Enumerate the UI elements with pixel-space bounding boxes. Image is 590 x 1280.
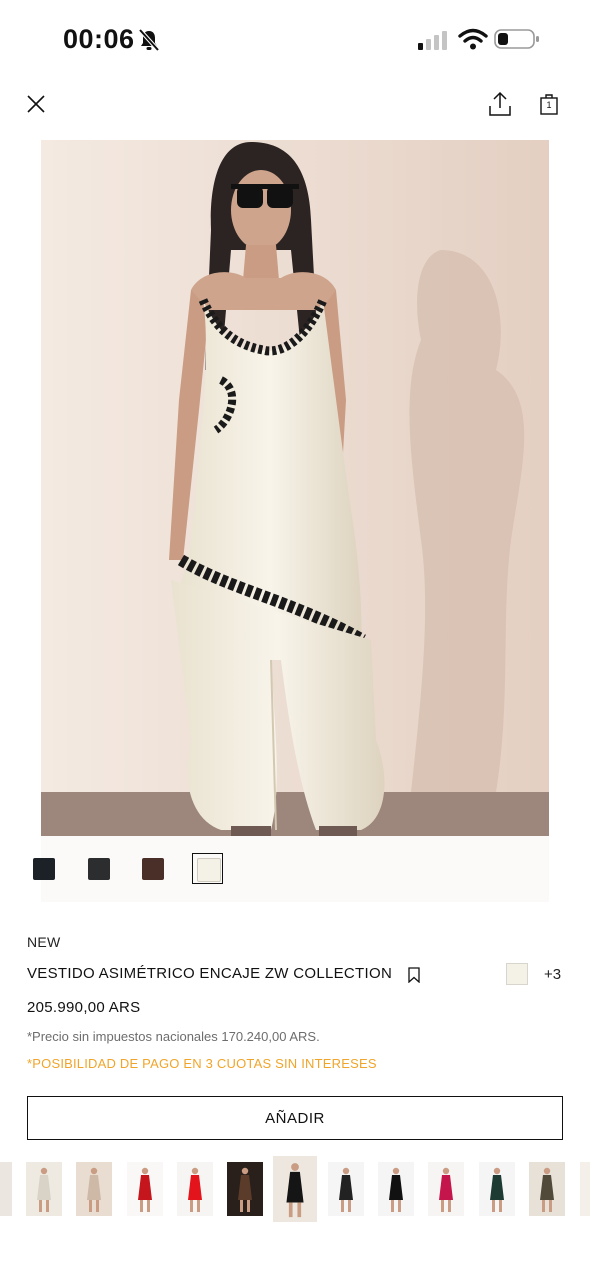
color-swatch-black[interactable]	[88, 858, 110, 880]
close-icon[interactable]	[24, 92, 48, 116]
new-badge: NEW	[27, 934, 61, 950]
status-time: 00:06	[63, 24, 135, 54]
bag-count: 1	[546, 100, 552, 110]
cellular-signal-icon	[418, 31, 447, 50]
installments-note: *POSIBILIDAD DE PAGO EN 3 CUOTAS SIN INT…	[27, 1056, 377, 1071]
thumbnail-orange-dress[interactable]	[580, 1162, 590, 1216]
more-colors-count[interactable]: +3	[544, 966, 561, 983]
product-image[interactable]	[41, 140, 549, 836]
thumbnail-magenta-dress[interactable]	[428, 1162, 464, 1216]
thumbnail-black-sequin-dress[interactable]	[328, 1162, 364, 1216]
thumbnail-red-dress[interactable]	[127, 1162, 163, 1216]
product-title: VESTIDO ASIMÉTRICO ENCAJE ZW COLLECTION	[27, 965, 393, 982]
bell-slash-icon	[138, 28, 160, 52]
color-swatch-navy[interactable]	[33, 858, 55, 880]
thumbnail-olive-suit[interactable]	[529, 1162, 565, 1216]
thumbnail-black-slip-white-pants[interactable]	[273, 1156, 317, 1222]
thumbnail-brown-dress[interactable]	[227, 1162, 263, 1216]
thumbnail-black-minidress[interactable]	[378, 1162, 414, 1216]
wifi-icon	[458, 28, 488, 50]
battery-icon	[494, 29, 539, 49]
share-icon[interactable]	[487, 90, 513, 118]
thumbnail-red-minidress[interactable]	[177, 1162, 213, 1216]
image-bottom-strip	[41, 836, 549, 902]
thumbnail-beige-dress[interactable]	[76, 1162, 112, 1216]
product-price: 205.990,00 ARS	[27, 999, 141, 1016]
bookmark-icon[interactable]	[407, 967, 421, 983]
tax-note: *Precio sin impuestos nacionales 170.240…	[27, 1029, 320, 1044]
thumbnail-green-dress[interactable]	[479, 1162, 515, 1216]
thumbnail-white-dress[interactable]	[26, 1162, 62, 1216]
product-photo	[41, 140, 549, 836]
add-to-bag-button[interactable]: AÑADIR	[27, 1096, 563, 1140]
color-swatch-ivory[interactable]	[197, 858, 221, 882]
selected-color-chip[interactable]	[506, 963, 528, 985]
thumbnail-partial[interactable]	[0, 1162, 12, 1216]
color-swatch-brown[interactable]	[142, 858, 164, 880]
